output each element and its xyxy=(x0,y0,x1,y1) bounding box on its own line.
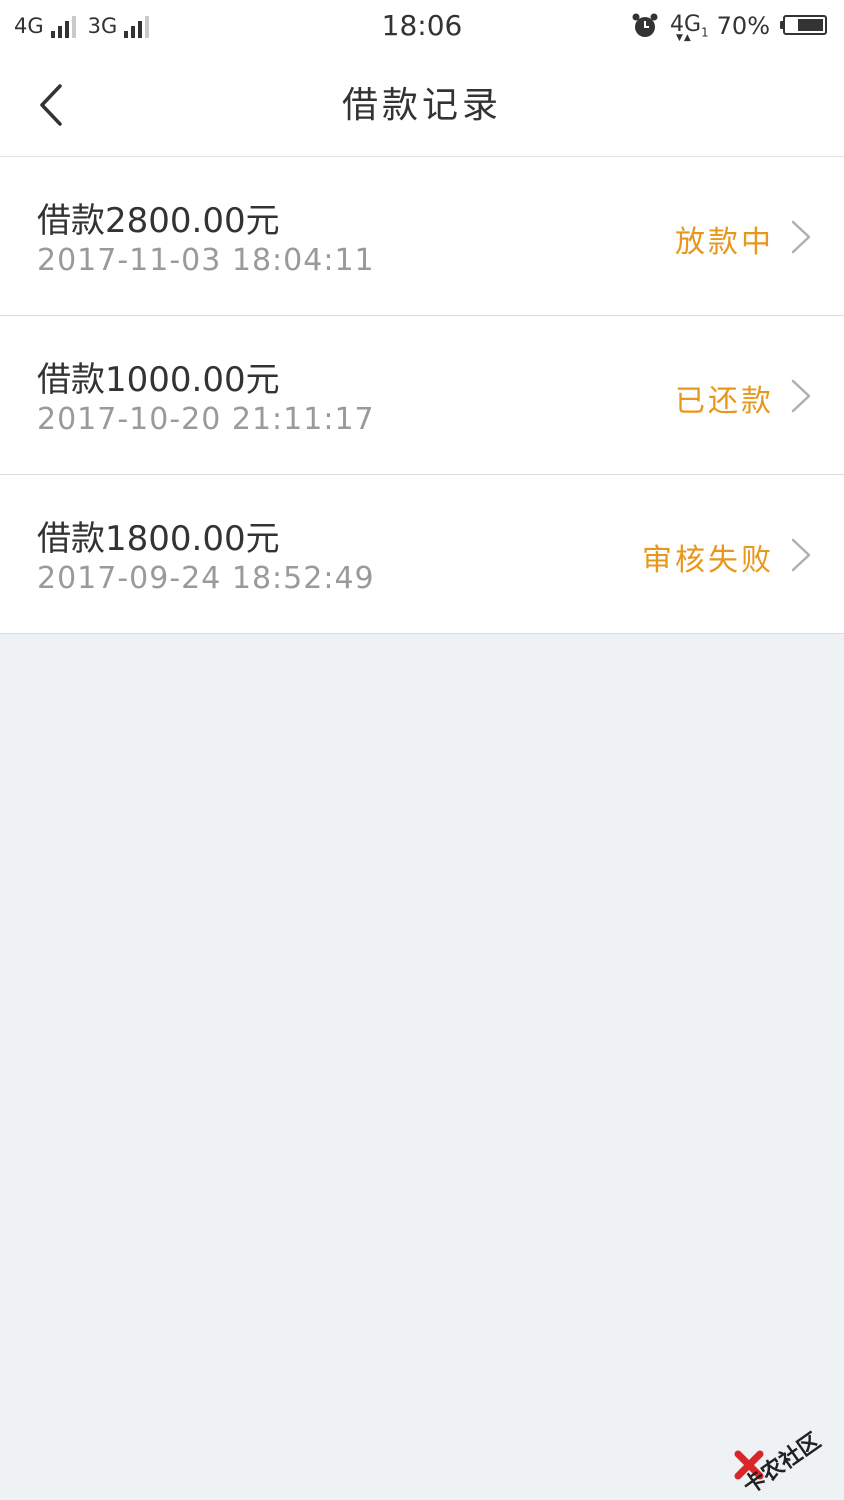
network-4g-icon: 4G1 ▼▲ xyxy=(670,13,709,42)
battery-percent: 70% xyxy=(716,12,770,40)
loan-amount: 借款1800.00元 xyxy=(37,519,280,559)
alarm-clock-icon xyxy=(632,13,658,37)
chevron-right-icon xyxy=(791,220,811,254)
loan-status: 已还款 xyxy=(675,384,774,419)
network-sim-index: 1 xyxy=(701,25,709,40)
page-title: 借款记录 xyxy=(341,85,502,126)
status-icons: 4G1 ▼▲ 70% xyxy=(632,12,830,42)
data-arrows-icon: ▼▲ xyxy=(675,32,692,43)
loan-status: 放款中 xyxy=(675,225,774,260)
loan-record-row[interactable]: 借款1000.00元 2017-10-20 21:11:17 已还款 xyxy=(0,316,844,475)
watermark-logo: 卡农社区 xyxy=(734,1410,834,1500)
loan-time: 2017-11-03 18:04:11 xyxy=(37,243,375,278)
battery-icon xyxy=(780,15,830,37)
loan-amount: 借款2800.00元 xyxy=(37,201,280,241)
loan-record-list: 借款2800.00元 2017-11-03 18:04:11 放款中 借款100… xyxy=(0,157,844,634)
status-bar: 4G 3G 18:06 4G1 ▼▲ 70% xyxy=(0,0,844,56)
loan-time: 2017-10-20 21:11:17 xyxy=(37,402,375,437)
back-arrow-icon[interactable] xyxy=(28,80,78,130)
chevron-right-icon xyxy=(791,379,811,413)
chevron-right-icon xyxy=(791,538,811,572)
loan-record-row[interactable]: 借款1800.00元 2017-09-24 18:52:49 审核失败 xyxy=(0,475,844,634)
loan-amount: 借款1000.00元 xyxy=(37,360,280,400)
nav-bar: 借款记录 xyxy=(0,56,844,157)
loan-record-row[interactable]: 借款2800.00元 2017-11-03 18:04:11 放款中 xyxy=(0,157,844,316)
loan-time: 2017-09-24 18:52:49 xyxy=(37,561,375,596)
loan-status: 审核失败 xyxy=(642,543,774,578)
